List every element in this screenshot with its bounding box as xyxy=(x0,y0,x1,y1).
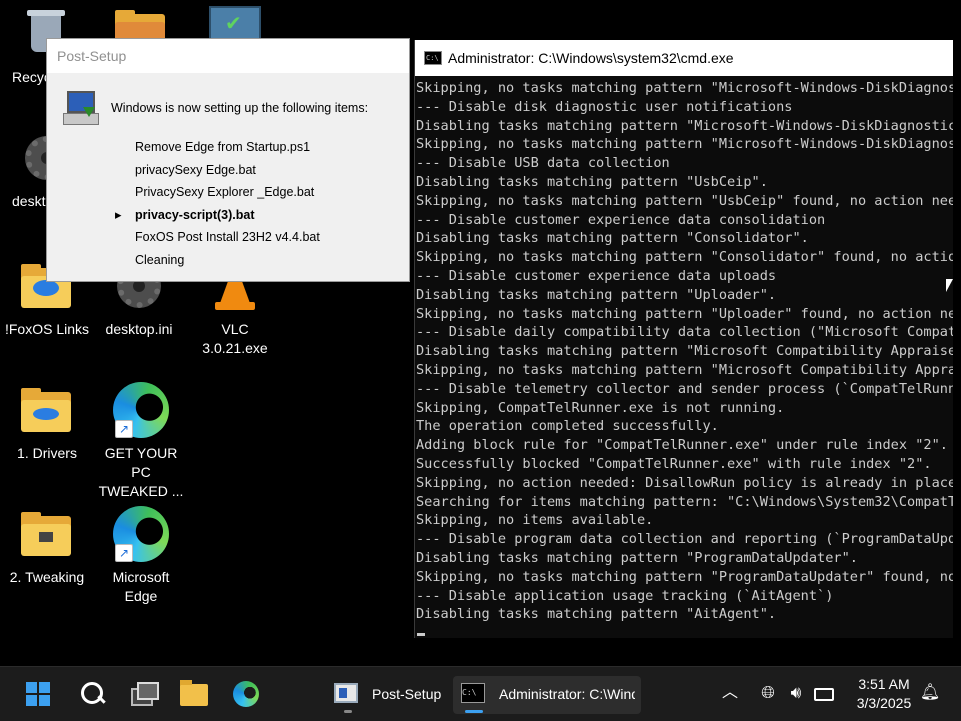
file-explorer-button[interactable] xyxy=(176,676,212,712)
cmd-output-line: Skipping, no tasks matching pattern "Pro… xyxy=(416,568,961,585)
cmd-output-line: Disabling tasks matching pattern "Micros… xyxy=(416,117,961,134)
cmd-output-line: --- Disable program data collection and … xyxy=(416,531,961,548)
taskbar-app-cmd[interactable]: C:\ Administrator: C:\Windows\system32\c… xyxy=(453,676,641,714)
chevron-up-icon: ︿ xyxy=(721,684,738,701)
desktop-icon-get-your-pc-tweaked[interactable]: ↗ GET YOUR PC TWEAKED ... xyxy=(96,382,186,501)
shortcut-arrow-icon: ↗ xyxy=(115,420,133,438)
computer-setup-icon xyxy=(61,89,99,127)
post-setup-dialog[interactable]: Post-Setup Windows is now setting up the… xyxy=(46,38,410,282)
cmd-output-line: Disabling tasks matching pattern "UsbCei… xyxy=(416,173,768,190)
mouse-pointer-icon xyxy=(946,279,953,292)
cmd-output-line: Searching for items matching pattern: "C… xyxy=(416,493,961,510)
desktop-icon-label: !FoxOS Links xyxy=(4,321,90,337)
cmd-output-line: --- Disable customer experience data con… xyxy=(416,211,826,228)
cmd-output-line: Skipping, CompatTelRunner.exe is not run… xyxy=(416,399,785,416)
setup-item: FoxOS Post Install 23H2 v4.4.bat xyxy=(135,230,320,244)
show-hidden-icons-button[interactable]: ︿ xyxy=(716,677,744,709)
edge-taskbar-button[interactable] xyxy=(228,676,264,712)
search-button[interactable] xyxy=(73,676,109,712)
setup-item: privacySexy Edge.bat xyxy=(135,162,256,177)
cmd-cursor xyxy=(417,633,425,636)
dialog-title-bar[interactable]: Post-Setup xyxy=(47,39,409,73)
windows-logo-icon xyxy=(26,682,50,706)
globe-icon: 🌐︎ xyxy=(761,683,775,702)
taskbar-app-label: Administrator: C:\Windows\system32\cmd.e… xyxy=(499,686,635,702)
notifications-button[interactable]: 🔔︎ xyxy=(916,677,944,709)
folder-icon xyxy=(180,680,208,706)
clock-date: 3/3/2025 xyxy=(856,695,912,711)
cmd-output-line: Disabling tasks matching pattern "Upload… xyxy=(416,286,777,303)
cmd-output-line: Skipping, no tasks matching pattern "Mic… xyxy=(416,361,961,378)
cmd-title: Administrator: C:\Windows\system32\cmd.e… xyxy=(448,50,734,66)
desktop-icon-label: 2. Tweaking xyxy=(9,569,85,585)
cmd-output-line: Disabling tasks matching pattern "AitAge… xyxy=(416,606,777,623)
bell-icon: 🔔︎ xyxy=(919,684,941,701)
cmd-output-line: Skipping, no tasks matching pattern "Usb… xyxy=(416,192,961,209)
desktop-icon-label: GET YOUR PC TWEAKED ... xyxy=(98,445,184,499)
cmd-output-line: --- Disable application usage tracking (… xyxy=(416,587,834,604)
taskbar-app-label: Post-Setup xyxy=(372,686,442,702)
setup-item: Remove Edge from Startup.ps1 xyxy=(135,140,311,154)
taskbar: Post-Setup C:\ Administrator: C:\Windows… xyxy=(0,666,961,721)
setup-item: Cleaning xyxy=(135,252,185,267)
cmd-output[interactable]: Skipping, no tasks matching pattern "Mic… xyxy=(415,76,961,638)
cmd-icon: C:\ xyxy=(461,683,485,703)
cmd-output-line: Disabling tasks matching pattern "Progra… xyxy=(416,549,858,566)
cmd-output-line: Skipping, no tasks matching pattern "Mic… xyxy=(416,80,961,96)
start-button[interactable] xyxy=(20,676,56,712)
screen-edge xyxy=(953,0,961,666)
battery-button[interactable] xyxy=(810,677,838,709)
desktop-icon-drivers[interactable]: 1. Drivers xyxy=(2,382,92,463)
folder-icon xyxy=(19,382,75,438)
edge-icon xyxy=(233,681,259,707)
dialog-heading: Windows is now setting up the following … xyxy=(111,101,369,115)
edge-shortcut-icon: ↗ xyxy=(113,506,169,562)
shortcut-arrow-icon: ↗ xyxy=(115,544,133,562)
cmd-output-line: Skipping, no action needed: DisallowRun … xyxy=(416,474,961,491)
cmd-output-line: Skipping, no tasks matching pattern "Upl… xyxy=(416,305,961,322)
cmd-output-line: --- Disable USB data collection xyxy=(416,155,670,172)
edge-shortcut-icon: ↗ xyxy=(113,382,169,438)
cmd-output-line: --- Disable customer experience data upl… xyxy=(416,267,777,284)
cmd-output-line: --- Disable telemetry collector and send… xyxy=(416,380,961,397)
cmd-output-line: Skipping, no tasks matching pattern "Con… xyxy=(416,249,961,266)
desktop-icon-microsoft-edge[interactable]: ↗ Microsoft Edge xyxy=(96,506,186,606)
cmd-output-line: Disabling tasks matching pattern "Micros… xyxy=(416,343,961,360)
setup-window-icon xyxy=(334,683,358,703)
clock[interactable]: 3:51 AM 3/3/2025 xyxy=(846,675,922,713)
desktop-icon-label: 1. Drivers xyxy=(17,445,77,461)
desktop-icon-label: desktop.ini xyxy=(105,321,173,337)
setup-item: PrivacySexy Explorer _Edge.bat xyxy=(135,185,315,199)
cmd-output-line: Successfully blocked "CompatTelRunner.ex… xyxy=(416,455,932,472)
taskbar-app-post-setup[interactable]: Post-Setup xyxy=(330,676,442,714)
desktop-icon-label: Microsoft Edge xyxy=(112,569,170,604)
desktop-icon-label: VLC 3.0.21.exe xyxy=(202,321,268,356)
setup-item-list: Remove Edge from Startup.ps1 privacySexy… xyxy=(115,139,320,274)
volume-button[interactable]: 🔊︎ xyxy=(782,677,810,709)
cmd-icon: C:\ xyxy=(424,51,442,65)
cmd-output-line: Skipping, no items available. xyxy=(416,512,654,529)
cmd-output-line: --- Disable disk diagnostic user notific… xyxy=(416,98,793,115)
speaker-icon: 🔊︎ xyxy=(790,683,802,702)
battery-charging-icon xyxy=(814,687,834,701)
desktop-icon-tweaking[interactable]: 2. Tweaking xyxy=(2,506,92,587)
cmd-title-bar[interactable]: C:\ Administrator: C:\Windows\system32\c… xyxy=(415,40,961,76)
dialog-title: Post-Setup xyxy=(57,48,127,64)
cmd-output-line: --- Disable daily compatibility data col… xyxy=(416,324,961,341)
dialog-header: Windows is now setting up the following … xyxy=(61,89,401,129)
cmd-output-line: The operation completed successfully. xyxy=(416,418,719,435)
cmd-output-line: Adding block rule for "CompatTelRunner.e… xyxy=(416,437,948,454)
cmd-window[interactable]: C:\ Administrator: C:\Windows\system32\c… xyxy=(414,40,961,638)
folder-icon xyxy=(19,506,75,562)
cmd-output-line: Skipping, no tasks matching pattern "Mic… xyxy=(416,136,961,153)
setup-item-current: privacy-script(3).bat xyxy=(115,206,320,230)
clock-time: 3:51 AM xyxy=(858,676,910,692)
task-view-button[interactable] xyxy=(125,676,161,712)
cmd-output-line: Disabling tasks matching pattern "Consol… xyxy=(416,230,809,247)
language-button[interactable]: 🌐︎ xyxy=(754,677,782,709)
